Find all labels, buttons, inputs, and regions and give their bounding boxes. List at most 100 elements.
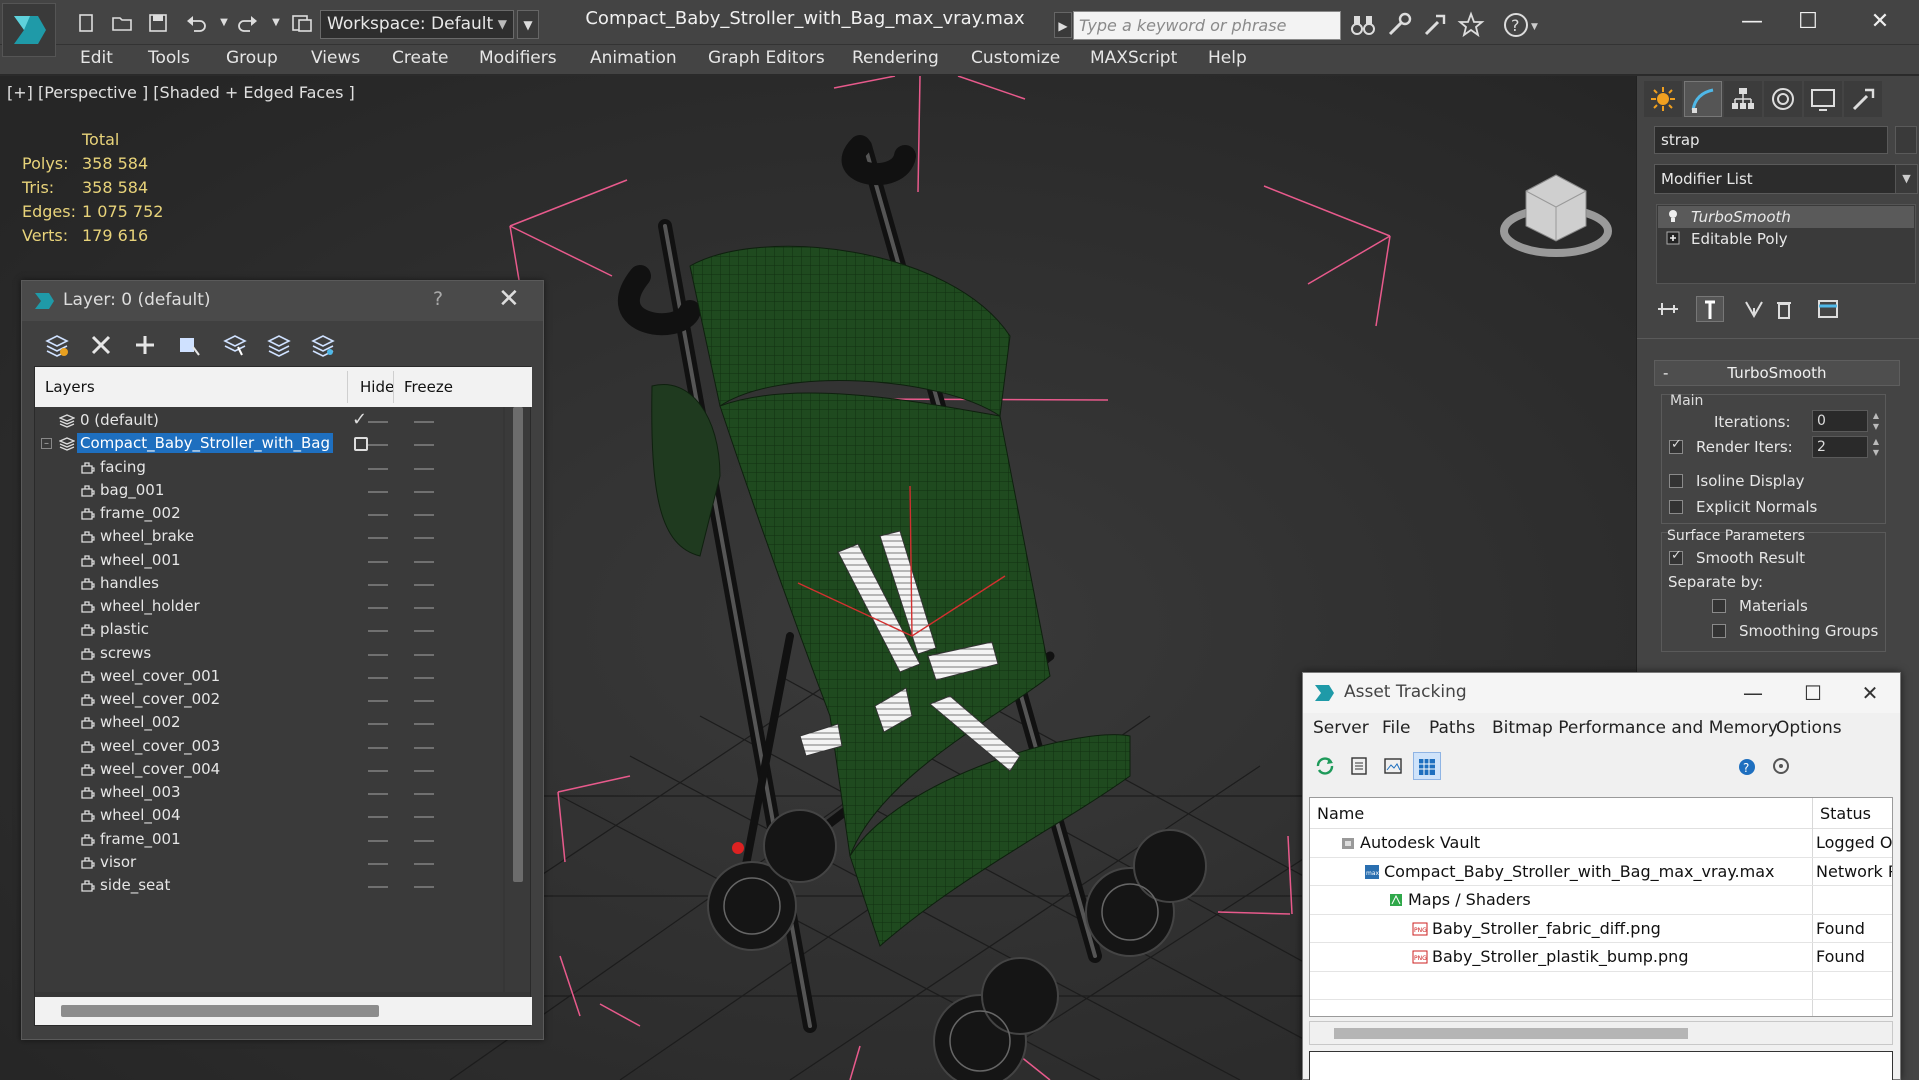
hide-toggle-icon[interactable]	[368, 653, 388, 656]
redo-icon[interactable]	[234, 10, 262, 36]
hide-toggle-icon[interactable]	[368, 444, 388, 447]
freeze-toggle-icon[interactable]	[414, 816, 434, 819]
hide-toggle-icon[interactable]	[368, 746, 388, 749]
close-icon[interactable]: ✕	[498, 284, 520, 314]
save-icon[interactable]	[144, 10, 172, 36]
freeze-toggle-icon[interactable]	[414, 630, 434, 633]
object-name-field[interactable]: strap	[1654, 126, 1888, 154]
explicit-normals-checkbox[interactable]	[1669, 500, 1683, 514]
hierarchy-tab-icon[interactable]	[1724, 81, 1762, 117]
freeze-toggle-icon[interactable]	[414, 793, 434, 795]
hide-toggle-icon[interactable]	[368, 467, 388, 470]
menu-help[interactable]: Help	[1208, 48, 1247, 68]
iterations-spinner[interactable]: 0	[1812, 410, 1868, 432]
asset-row[interactable]: max Compact_Baby_Stroller_with_Bag_max_vr…	[1310, 858, 1892, 886]
hide-toggle-icon[interactable]	[368, 886, 388, 888]
menu-maxscript[interactable]: MAXScript	[1090, 48, 1177, 68]
show-end-result-icon[interactable]	[1696, 296, 1724, 322]
hide-toggle-icon[interactable]	[368, 700, 388, 702]
close-button[interactable]: ✕	[1847, 675, 1893, 711]
modify-tab-icon[interactable]	[1684, 81, 1722, 117]
freeze-toggle-icon[interactable]	[414, 653, 434, 656]
menu-customize[interactable]: Customize	[971, 48, 1060, 68]
freeze-toggle-icon[interactable]	[414, 607, 434, 609]
workspace-dropdown[interactable]: Workspace: Default ▼	[320, 10, 514, 39]
hide-toggle-icon[interactable]	[368, 421, 388, 423]
column-header-status[interactable]: Status	[1820, 804, 1871, 823]
set-current-layer-icon[interactable]	[354, 437, 368, 452]
freeze-toggle-icon[interactable]	[414, 746, 434, 749]
hide-toggle-icon[interactable]	[368, 723, 388, 726]
hide-toggle-icon[interactable]	[368, 607, 388, 609]
hide-toggle-icon[interactable]	[368, 769, 388, 772]
hide-toggle-icon[interactable]	[368, 816, 388, 819]
layer-window-titlebar[interactable]: Layer: 0 (default) ? ✕	[22, 281, 543, 321]
new-file-icon[interactable]	[72, 10, 100, 36]
menu-group[interactable]: Group	[226, 48, 278, 68]
menu-rendering[interactable]: Rendering	[852, 48, 939, 68]
freeze-toggle-icon[interactable]	[414, 723, 434, 726]
refresh-icon[interactable]	[1311, 752, 1339, 780]
lightbulb-icon[interactable]	[1666, 209, 1680, 223]
list-view-icon[interactable]	[1345, 752, 1373, 780]
freeze-toggle-icon[interactable]	[414, 700, 434, 702]
maximize-button[interactable]: ☐	[1778, 4, 1838, 40]
table-view-icon[interactable]	[1413, 752, 1441, 780]
favorites-star-icon[interactable]	[1456, 10, 1486, 40]
close-button[interactable]: ✕	[1850, 4, 1910, 40]
freeze-toggle-icon[interactable]	[414, 490, 434, 493]
hide-toggle-icon[interactable]	[368, 583, 388, 586]
menu-views[interactable]: Views	[311, 48, 360, 68]
iterations-spinner-arrows[interactable]: ▲ ▼	[1870, 410, 1882, 432]
minimize-button[interactable]: —	[1722, 4, 1782, 40]
minimize-button[interactable]: —	[1730, 675, 1776, 711]
smoothing-groups-checkbox[interactable]	[1712, 624, 1726, 638]
vault-help-icon[interactable]: ?	[1733, 752, 1761, 780]
hide-toggle-icon[interactable]	[368, 514, 388, 516]
add-to-layer-icon[interactable]	[175, 331, 205, 359]
column-header-hide[interactable]: Hide	[360, 378, 394, 396]
create-layer-icon[interactable]	[130, 331, 160, 359]
thumbnail-view-icon[interactable]	[1379, 752, 1407, 780]
menu-create[interactable]: Create	[392, 48, 449, 68]
freeze-toggle-icon[interactable]	[414, 514, 434, 516]
menu-tools[interactable]: Tools	[148, 48, 190, 68]
freeze-toggle-icon[interactable]	[414, 421, 434, 423]
column-header-name[interactable]: Name	[1317, 804, 1364, 823]
horizontal-scrollbar[interactable]	[1309, 1021, 1893, 1045]
menu-graph-editors[interactable]: Graph Editors	[708, 48, 825, 68]
asset-menu-options[interactable]: Options	[1776, 718, 1842, 738]
display-tab-icon[interactable]	[1804, 81, 1842, 117]
hide-toggle-icon[interactable]	[368, 490, 388, 493]
select-objects-in-layer-icon[interactable]	[220, 331, 250, 359]
pin-stack-icon[interactable]	[1654, 296, 1682, 322]
layer-sort-icon[interactable]	[42, 331, 72, 359]
stack-item-editable-poly[interactable]: Editable Poly	[1658, 228, 1914, 250]
smooth-result-checkbox[interactable]	[1669, 548, 1683, 565]
delete-layer-icon[interactable]	[86, 331, 116, 359]
hide-toggle-icon[interactable]	[368, 793, 388, 795]
search-expand-icon[interactable]: ▶	[1054, 12, 1072, 38]
utilities-tab-icon[interactable]	[1844, 81, 1882, 117]
freeze-toggle-icon[interactable]	[414, 886, 434, 888]
scrollbar-thumb[interactable]	[513, 407, 523, 882]
turbosmooth-rollout-header[interactable]: - TurboSmooth	[1654, 360, 1900, 386]
hide-toggle-icon[interactable]	[368, 537, 388, 540]
freeze-toggle-icon[interactable]	[414, 537, 434, 540]
scrollbar-thumb[interactable]	[61, 1005, 379, 1017]
menu-animation[interactable]: Animation	[590, 48, 677, 68]
isoline-display-checkbox[interactable]	[1669, 474, 1683, 488]
vertical-scrollbar[interactable]	[505, 407, 530, 992]
freeze-toggle-icon[interactable]	[414, 862, 434, 865]
motion-tab-icon[interactable]	[1764, 81, 1802, 117]
menu-modifiers[interactable]: Modifiers	[479, 48, 557, 68]
asset-row[interactable]: Autodesk Vault Logged Ou	[1310, 829, 1892, 858]
asset-menu-file[interactable]: File	[1382, 718, 1410, 738]
menu-edit[interactable]: Edit	[80, 48, 113, 68]
object-color-swatch[interactable]	[1895, 126, 1917, 154]
project-folder-icon[interactable]	[288, 10, 316, 36]
make-unique-icon[interactable]	[1740, 296, 1768, 322]
freeze-toggle-icon[interactable]	[414, 467, 434, 470]
subscription-icon[interactable]	[1420, 10, 1450, 40]
hide-toggle-icon[interactable]	[368, 560, 388, 563]
